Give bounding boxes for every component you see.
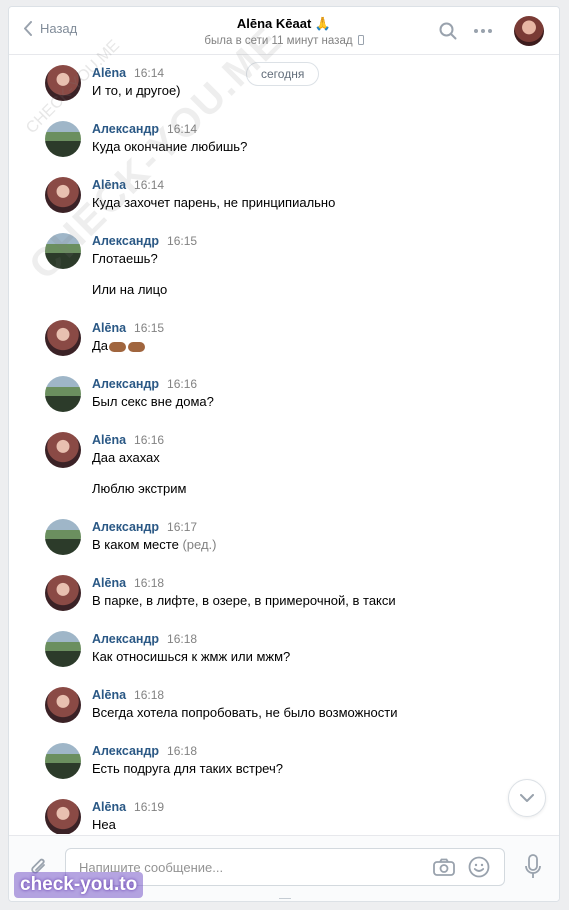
- paperclip-icon: [31, 858, 45, 874]
- avatar[interactable]: [45, 376, 81, 412]
- message-author[interactable]: Александр: [92, 744, 159, 758]
- message-text: И то, и другое): [92, 83, 181, 98]
- avatar[interactable]: [45, 177, 81, 213]
- message-author[interactable]: Alēna: [92, 66, 126, 80]
- back-label: Назад: [40, 21, 78, 36]
- contact-info[interactable]: Alēna Kēaat 🙏 была в сети 11 минут назад: [159, 16, 409, 47]
- camera-icon: [433, 858, 455, 876]
- more-dot-icon: [474, 29, 478, 33]
- message-text: Неа: [92, 817, 116, 832]
- message-time[interactable]: 16:16: [167, 377, 197, 391]
- more-dot-icon: [481, 29, 485, 33]
- contact-name: Alēna Kēaat 🙏: [236, 16, 332, 31]
- avatar[interactable]: [45, 631, 81, 667]
- back-button[interactable]: Назад: [23, 21, 77, 36]
- avatar[interactable]: [45, 432, 81, 468]
- avatar[interactable]: [45, 320, 81, 356]
- message-author[interactable]: Александр: [92, 632, 159, 646]
- message-time[interactable]: 16:16: [134, 433, 164, 447]
- scroll-down-button[interactable]: [508, 779, 546, 817]
- message-author[interactable]: Alēna: [92, 321, 126, 335]
- message-text: В каком месте (ред.): [92, 536, 539, 554]
- message-text: Люблю экстрим: [92, 481, 187, 496]
- mobile-icon: [357, 35, 364, 45]
- message-author[interactable]: Alēna: [92, 576, 126, 590]
- avatar[interactable]: [45, 575, 81, 611]
- chevron-left-icon: [24, 21, 32, 36]
- message-time[interactable]: 16:14: [134, 178, 164, 192]
- message-list: сегодня Alēna 16:14 И то, и другое) Алекс…: [9, 56, 559, 834]
- message-text: Даа ахахах: [92, 450, 160, 465]
- contact-avatar[interactable]: [514, 16, 544, 46]
- message-text-content: В каком месте: [92, 537, 179, 552]
- message-text: Да: [92, 337, 539, 355]
- message-composer: [9, 835, 559, 901]
- message-time[interactable]: 16:14: [167, 122, 197, 136]
- avatar[interactable]: [45, 687, 81, 723]
- message-text: Всегда хотела попробовать, не было возмо…: [92, 705, 398, 720]
- voice-message-button[interactable]: [524, 854, 542, 883]
- avatar[interactable]: [45, 121, 81, 157]
- search-icon: [439, 22, 457, 40]
- message-time[interactable]: 16:18: [167, 632, 197, 646]
- message-author[interactable]: Alēna: [92, 178, 126, 192]
- status-text: была в сети 11 минут назад: [204, 35, 353, 47]
- attach-button[interactable]: [29, 856, 49, 881]
- more-button[interactable]: [474, 29, 492, 33]
- search-button[interactable]: [439, 22, 457, 43]
- message-time[interactable]: 16:18: [134, 576, 164, 590]
- chat-header: Назад Alēna Kēaat 🙏 была в сети 11 минут…: [9, 7, 559, 55]
- message-time[interactable]: 16:19: [134, 800, 164, 814]
- message-time[interactable]: 16:14: [134, 66, 164, 80]
- message-text: Глотаешь?: [92, 251, 158, 266]
- message-text: В парке, в лифте, в озере, в примерочной…: [92, 593, 396, 608]
- chevron-down-icon: [520, 794, 534, 802]
- pointing-hands-emoji-icon: [109, 342, 146, 352]
- camera-button[interactable]: [433, 858, 455, 879]
- message-text: Или на лицо: [92, 282, 168, 297]
- edited-label[interactable]: (ред.): [182, 537, 216, 552]
- avatar[interactable]: [45, 233, 81, 269]
- smile-icon: [468, 856, 490, 878]
- message-author[interactable]: Alēna: [92, 688, 126, 702]
- message-author[interactable]: Александр: [92, 520, 159, 534]
- message-time[interactable]: 16:15: [134, 321, 164, 335]
- message-text: Как относишься к жмж или мжм?: [92, 649, 291, 664]
- message-author[interactable]: Alēna: [92, 433, 126, 447]
- message-text: Был секс вне дома?: [92, 394, 214, 409]
- message-author[interactable]: Alēna: [92, 800, 126, 814]
- message-text: Куда захочет парень, не принципиально: [92, 195, 336, 210]
- message-author[interactable]: Александр: [92, 122, 159, 136]
- chat-window: Назад Alēna Kēaat 🙏 была в сети 11 минут…: [8, 6, 560, 902]
- message-time[interactable]: 16:18: [167, 744, 197, 758]
- avatar[interactable]: [45, 743, 81, 779]
- message-text: Есть подруга для таких встреч?: [92, 761, 283, 776]
- resize-handle[interactable]: [279, 898, 291, 901]
- more-dot-icon: [488, 29, 492, 33]
- message-time[interactable]: 16:18: [134, 688, 164, 702]
- message-time[interactable]: 16:15: [167, 234, 197, 248]
- contact-status: была в сети 11 минут назад: [159, 35, 409, 47]
- message-text: Куда окончание любишь?: [92, 139, 248, 154]
- avatar[interactable]: [45, 519, 81, 555]
- avatar[interactable]: [45, 65, 81, 101]
- microphone-icon: [525, 854, 541, 878]
- emoji-button[interactable]: [468, 856, 490, 881]
- message-author[interactable]: Александр: [92, 234, 159, 248]
- message-time[interactable]: 16:17: [167, 520, 197, 534]
- message-text-content: Да: [92, 338, 109, 353]
- avatar[interactable]: [45, 799, 81, 834]
- message-author[interactable]: Александр: [92, 377, 159, 391]
